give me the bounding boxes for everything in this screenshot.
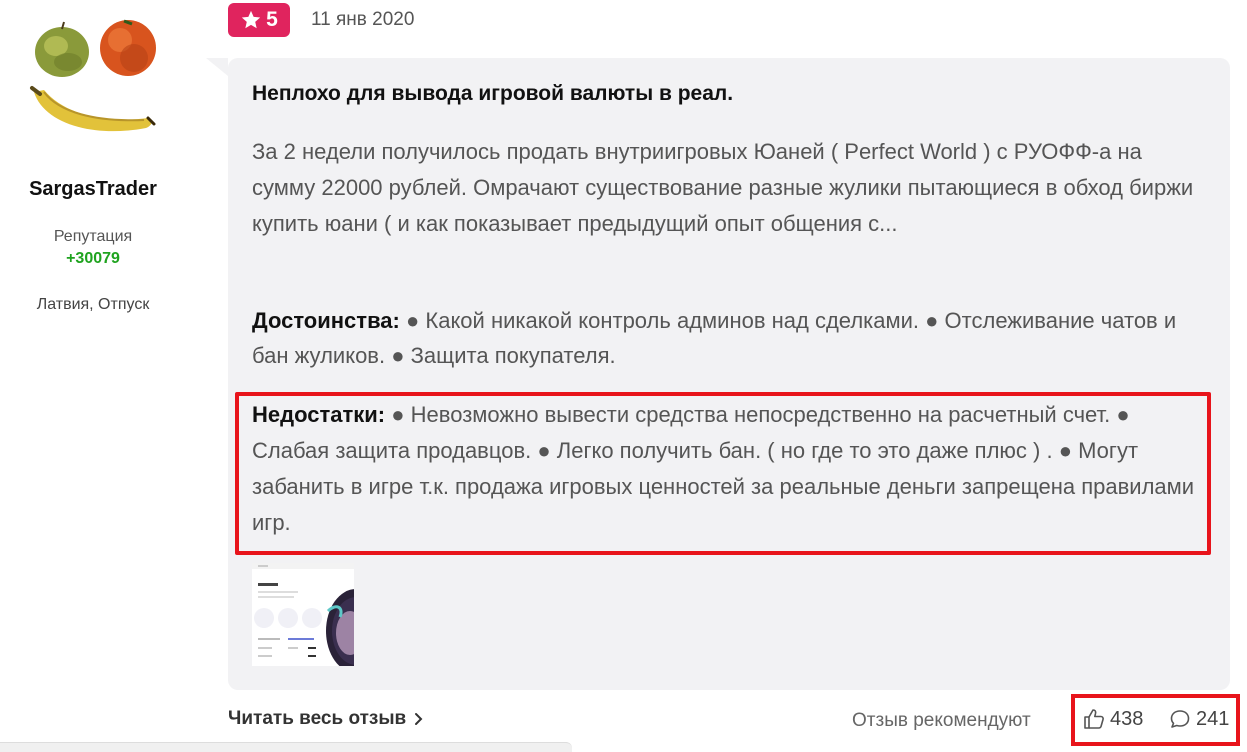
- comment-count: 241: [1196, 707, 1230, 730]
- comment-bubble-icon: [1170, 710, 1190, 728]
- avatar[interactable]: [24, 12, 164, 142]
- pros-label: Достоинства:: [252, 308, 400, 333]
- comments-button[interactable]: 241: [1168, 707, 1229, 731]
- review-title[interactable]: Неплохо для вывода игровой валюты в реал…: [252, 82, 733, 106]
- reputation-label: Репутация: [53, 228, 133, 245]
- thumbs-up-icon: [1084, 709, 1104, 729]
- like-count: 438: [1110, 707, 1144, 730]
- cons-highlight-frame: [235, 392, 1211, 555]
- like-button[interactable]: 438: [1082, 707, 1143, 731]
- review-date: 11 янв 2020: [311, 9, 415, 30]
- review-text: За 2 недели получилось продать внутриигр…: [252, 139, 1194, 236]
- rating-value: 5: [266, 8, 278, 31]
- star-icon: [241, 10, 261, 29]
- screenshot-thumbnail-icon: [252, 563, 354, 666]
- author-panel: SargasTrader Репутация +30079 Латвия, От…: [0, 0, 186, 751]
- review-pros: Достоинства: ● Какой никакой контроль ад…: [252, 303, 1202, 373]
- fruit-face-avatar-icon: [30, 19, 156, 132]
- chevron-right-icon: [415, 713, 423, 725]
- reputation-value: +30079: [66, 250, 120, 267]
- recommend-label: Отзыв рекомендуют: [852, 710, 1031, 731]
- author-location: Латвия, Отпуск: [36, 296, 150, 313]
- read-more-label: Читать весь отзыв: [228, 708, 407, 729]
- card-pointer: [206, 58, 228, 76]
- read-full-review-link[interactable]: Читать весь отзыв: [228, 708, 424, 730]
- rating-badge: 5: [228, 3, 290, 37]
- attachment-thumbnail[interactable]: [252, 563, 354, 666]
- author-username[interactable]: SargasTrader: [0, 178, 186, 201]
